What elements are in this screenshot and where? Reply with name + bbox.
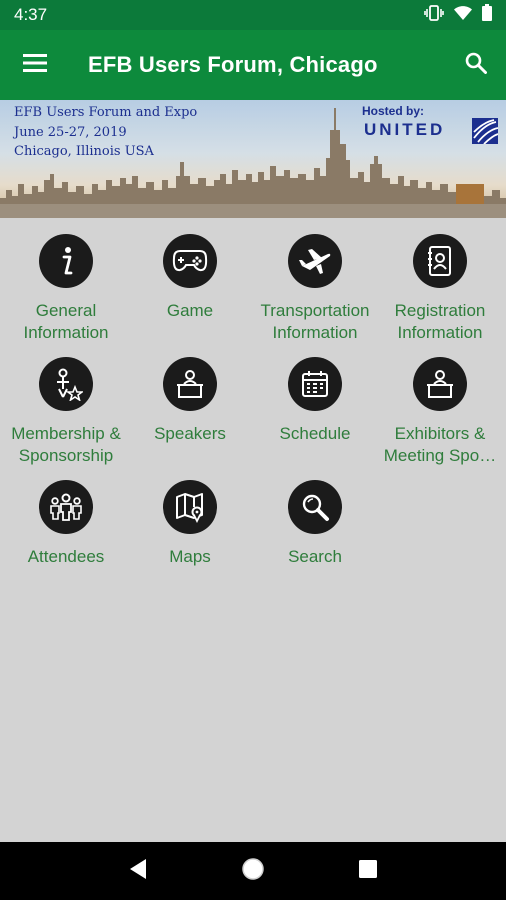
search-button[interactable]	[446, 30, 506, 100]
hamburger-icon	[23, 53, 47, 77]
contact-book-icon	[413, 234, 467, 288]
tile-general-information[interactable]: General Information	[3, 234, 129, 344]
banner-event-dates: June 25-27, 2019	[14, 124, 127, 140]
menu-button[interactable]	[0, 30, 70, 100]
back-button[interactable]	[118, 851, 158, 891]
tile-game[interactable]: Game	[127, 234, 253, 322]
status-bar: 4:37	[0, 0, 506, 30]
app-bar: EFB Users Forum, Chicago	[0, 30, 506, 100]
tile-label: General Information	[23, 301, 109, 342]
tile-label: Attendees	[27, 547, 105, 566]
page-title: EFB Users Forum, Chicago	[88, 52, 378, 77]
tile-label: Game	[166, 301, 214, 320]
tile-label: Transportation Information	[260, 301, 370, 342]
back-triangle-icon	[128, 858, 148, 885]
exhibitor-podium-icon	[413, 357, 467, 411]
tile-label: Schedule	[279, 424, 351, 443]
tile-speakers[interactable]: Speakers	[127, 357, 253, 445]
map-icon	[163, 480, 217, 534]
tile-schedule[interactable]: Schedule	[252, 357, 378, 445]
status-icons	[424, 4, 492, 26]
united-globe-icon	[472, 118, 498, 144]
speaker-podium-icon	[163, 357, 217, 411]
tile-label: Exhibitors & Meeting Spo…	[383, 424, 497, 465]
tile-label: Membership & Sponsorship	[11, 424, 121, 465]
home-circle-icon	[241, 857, 265, 886]
vibrate-icon	[424, 4, 444, 26]
battery-icon	[482, 4, 492, 26]
banner-text: EFB Users Forum and Expo June 25-27, 201…	[14, 103, 197, 162]
tile-label: Registration Information	[394, 301, 486, 342]
banner-event-name: EFB Users Forum and Expo	[14, 105, 198, 120]
tile-registration-information[interactable]: Registration Information	[377, 234, 503, 344]
search-icon	[288, 480, 342, 534]
tile-attendees[interactable]: Attendees	[3, 480, 129, 568]
tile-label: Maps	[169, 547, 211, 566]
info-icon	[39, 234, 93, 288]
tile-maps[interactable]: Maps	[127, 480, 253, 568]
tile-search[interactable]: Search	[252, 480, 378, 568]
united-logo-text: UNITED	[364, 120, 446, 139]
system-nav-bar	[0, 842, 506, 900]
hosted-by-label: Hosted by:	[362, 104, 425, 118]
wifi-icon	[454, 5, 472, 25]
search-icon	[465, 52, 487, 79]
calendar-icon	[288, 357, 342, 411]
tile-exhibitors-meeting-sponsors[interactable]: Exhibitors & Meeting Spo…	[377, 357, 503, 467]
banner-event-location: Chicago, Illinois USA	[14, 144, 154, 159]
membership-icon	[39, 357, 93, 411]
tile-label: Search	[288, 547, 342, 566]
tile-label: Speakers	[154, 424, 226, 443]
recents-square-icon	[359, 859, 378, 883]
airplane-icon	[288, 234, 342, 288]
event-banner: EFB Users Forum and Expo June 25-27, 201…	[0, 100, 506, 218]
status-time: 4:37	[14, 5, 48, 24]
people-icon	[39, 480, 93, 534]
gamepad-icon	[163, 234, 217, 288]
recents-button[interactable]	[348, 851, 388, 891]
tile-membership-sponsorship[interactable]: Membership & Sponsorship	[3, 357, 129, 467]
home-button[interactable]	[233, 851, 273, 891]
tile-transportation-information[interactable]: Transportation Information	[252, 234, 378, 344]
